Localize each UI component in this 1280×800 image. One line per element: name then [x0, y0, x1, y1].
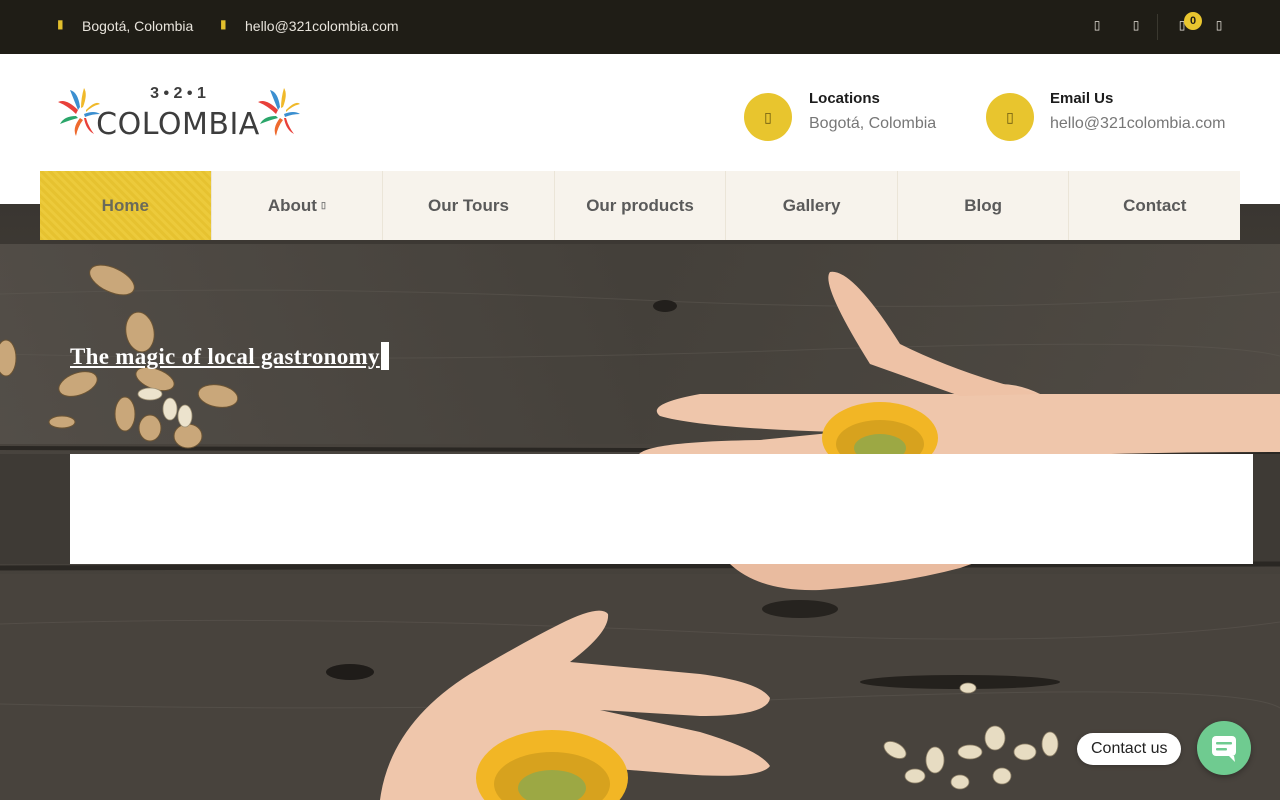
nav-item-label: Our products: [586, 195, 694, 215]
nav-item-home[interactable]: Home: [40, 171, 212, 240]
chat-button[interactable]: [1197, 721, 1251, 775]
logo-right-burst: [258, 88, 300, 136]
main-nav: Home About ▯ Our Tours Our products Galle…: [40, 171, 1240, 240]
cart-count-badge: 0: [1184, 12, 1202, 30]
locations-value: Bogotá, Colombia: [809, 115, 937, 132]
user-icon[interactable]: ▯: [1090, 17, 1104, 33]
nav-item-about[interactable]: About ▯: [212, 171, 384, 240]
menu-icon[interactable]: ▯: [1212, 17, 1226, 33]
hero-headline-text: The magic of local gastronomy: [70, 344, 380, 369]
nav-item-label: Our Tours: [427, 195, 509, 215]
topbar-email-link[interactable]: hello@321colombia.com: [245, 18, 399, 34]
nav-item-contact[interactable]: Contact: [1069, 171, 1240, 240]
location-pin-icon: ▯: [744, 93, 792, 141]
nav-item-label: Contact: [1123, 195, 1187, 215]
envelope-icon: ▮: [220, 17, 227, 31]
nav-item-our-products[interactable]: Our products: [555, 171, 727, 240]
map-marker-icon: ▮: [57, 17, 64, 31]
typing-cursor: [380, 342, 389, 370]
top-bar: ▮ Bogotá, Colombia ▮ hello@321colombia.c…: [0, 0, 1280, 54]
email-value[interactable]: hello@321colombia.com: [1050, 115, 1225, 133]
contact-us-label[interactable]: Contact us: [1077, 733, 1182, 765]
chevron-down-icon: ▯: [320, 200, 326, 210]
nav-item-our-tours[interactable]: Our Tours: [383, 171, 555, 240]
nav-item-blog[interactable]: Blog: [898, 171, 1070, 240]
nav-item-label: About: [267, 195, 317, 215]
logo-numbers: 3 • 2 • 1: [150, 85, 206, 102]
nav-item-gallery[interactable]: Gallery: [726, 171, 898, 240]
nav-item-label: Gallery: [782, 195, 841, 215]
nav-item-label: Home: [101, 195, 149, 215]
chat-bubble-icon: [1212, 736, 1236, 762]
topbar-divider: [1157, 14, 1158, 40]
logo-wordmark: COLOMBIA: [96, 107, 260, 142]
search-icon[interactable]: ▯: [1129, 17, 1143, 33]
site-logo[interactable]: 3 • 2 • 1 COLOMBIA: [56, 80, 300, 146]
hero-content-box: [70, 454, 1253, 564]
nav-item-label: Blog: [964, 195, 1003, 215]
topbar-location: Bogotá, Colombia: [82, 18, 194, 34]
email-icon: ▯: [986, 93, 1034, 141]
locations-title: Locations: [809, 90, 880, 107]
email-title: Email Us: [1050, 90, 1114, 107]
logo-left-burst: [58, 88, 100, 136]
hero-headline: The magic of local gastronomy: [70, 342, 389, 370]
